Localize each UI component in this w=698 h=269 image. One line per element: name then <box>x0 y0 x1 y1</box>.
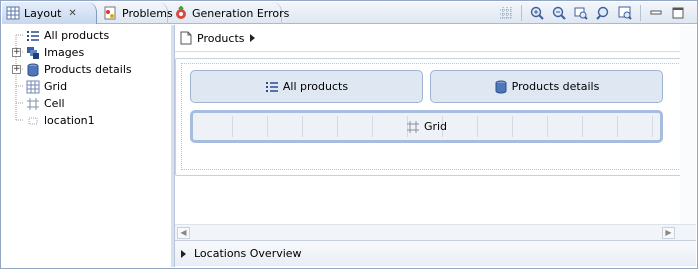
breadcrumb-arrow-icon[interactable] <box>249 34 255 42</box>
layout-cell-all-products[interactable]: All products <box>190 70 423 103</box>
zoom-page-icon <box>618 6 632 20</box>
toolbar-separator <box>640 5 641 21</box>
toolbar-separator <box>521 5 522 21</box>
vertical-scrollbar[interactable] <box>680 25 696 224</box>
layout-canvas[interactable]: All products Products details Grid <box>175 58 695 176</box>
cell-label: All products <box>282 80 349 93</box>
list-icon <box>265 80 279 94</box>
images-icon <box>26 46 40 60</box>
tree-item-cell[interactable]: Cell <box>26 95 65 112</box>
list-icon <box>26 29 40 43</box>
tree-item-products-details[interactable]: Products details <box>26 61 132 78</box>
tab-label: Problems <box>122 6 173 20</box>
tree-item-label: Grid <box>44 80 68 93</box>
tree-item-label: All products <box>44 29 110 42</box>
tab-layout[interactable]: Layout ✕ <box>2 2 97 24</box>
maximize-button[interactable] <box>667 4 689 22</box>
zoom-out-button[interactable] <box>548 4 570 22</box>
database-icon <box>494 80 508 94</box>
locations-overview-section[interactable]: Locations Overview <box>175 240 696 266</box>
horizontal-scrollbar[interactable]: ◀ ▶ <box>175 224 696 240</box>
window-frame: Layout ✕ Problems Generation Errors All … <box>0 0 698 269</box>
zoom-in-button[interactable] <box>526 4 548 22</box>
layout-cell-grid[interactable]: Grid <box>190 110 663 143</box>
cell-icon <box>406 120 420 134</box>
zoom-fit-icon <box>574 6 588 20</box>
expand-arrow-icon[interactable] <box>181 249 186 258</box>
layout-editor: Products All products Products details G… <box>174 25 696 267</box>
maximize-icon <box>671 6 685 20</box>
tree-item-all-products[interactable]: All products <box>26 27 109 44</box>
tab-generation-errors[interactable]: Generation Errors <box>170 2 289 24</box>
expand-toggle[interactable]: + <box>12 65 21 74</box>
tree-item-label: location1 <box>44 114 95 127</box>
breadcrumb: Products <box>175 25 696 52</box>
cell-icon <box>26 97 40 111</box>
canvas-drop-area[interactable]: All products Products details Grid <box>181 63 689 170</box>
tree-item-images[interactable]: Images <box>26 44 84 61</box>
tree-item-label: Products details <box>44 63 132 76</box>
minimize-icon <box>649 6 663 20</box>
layout-grid-icon <box>6 6 20 20</box>
minimize-button[interactable] <box>645 4 667 22</box>
tab-problems[interactable]: Problems <box>100 2 173 24</box>
breadcrumb-item[interactable]: Products <box>197 32 245 45</box>
zoom-page-button[interactable] <box>614 4 636 22</box>
zoom-selection-button[interactable] <box>592 4 614 22</box>
database-icon <box>26 63 40 77</box>
cell-label: Products details <box>511 80 600 93</box>
tab-label: Layout <box>24 6 62 20</box>
tree-item-location1[interactable]: location1 <box>26 112 95 129</box>
grid-toggle-icon <box>499 6 513 20</box>
location-icon <box>26 114 40 128</box>
tab-label: Generation Errors <box>192 6 290 20</box>
grid-icon <box>26 80 40 94</box>
zoom-out-icon <box>552 6 566 20</box>
layout-cell-products-details[interactable]: Products details <box>430 70 663 103</box>
zoom-selection-icon <box>596 6 610 20</box>
generation-errors-icon <box>174 5 188 20</box>
tree-item-label: Images <box>44 46 85 59</box>
cell-label: Grid <box>423 120 448 133</box>
expand-toggle[interactable]: + <box>12 48 21 57</box>
tree-item-label: Cell <box>44 97 65 110</box>
tree-item-grid[interactable]: Grid <box>26 78 67 95</box>
scroll-left-icon[interactable]: ◀ <box>177 227 190 239</box>
layout-tree: All products + Images + Products details… <box>2 25 170 267</box>
view-tab-bar: Layout ✕ Problems Generation Errors <box>2 2 697 24</box>
close-icon[interactable]: ✕ <box>68 8 76 19</box>
zoom-in-icon <box>530 6 544 20</box>
view-toolbar <box>495 4 689 22</box>
scroll-right-icon[interactable]: ▶ <box>662 227 675 239</box>
section-title: Locations Overview <box>194 247 302 260</box>
problems-icon <box>104 6 118 20</box>
page-icon <box>179 31 193 45</box>
grid-toggle-button[interactable] <box>495 4 517 22</box>
zoom-fit-button[interactable] <box>570 4 592 22</box>
